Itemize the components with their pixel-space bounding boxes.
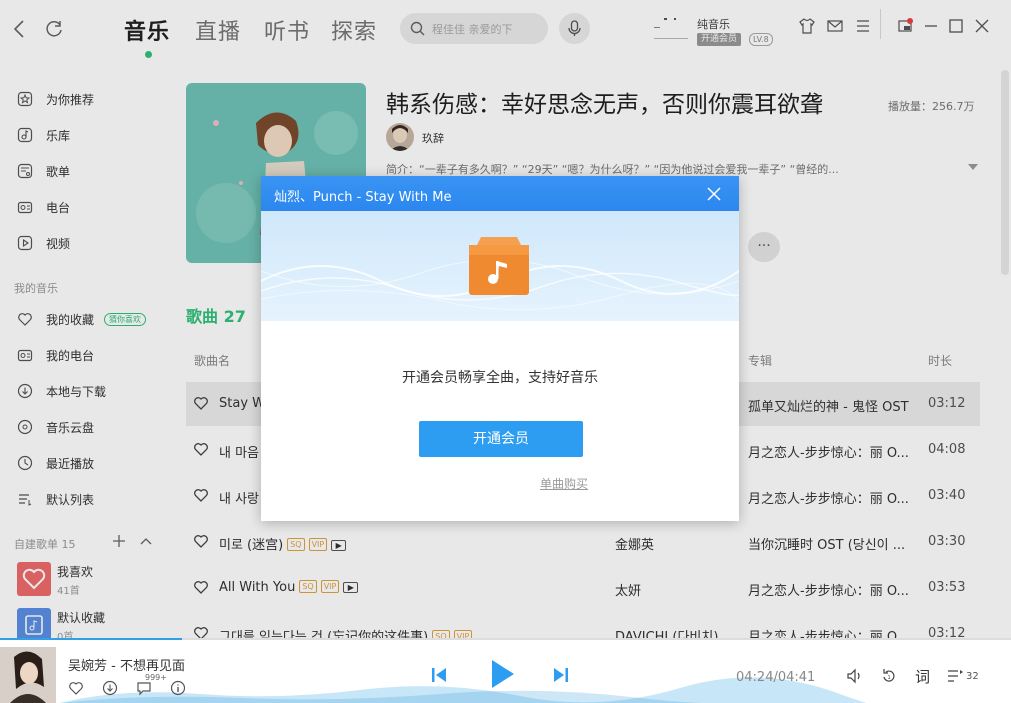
scrollbar-thumb[interactable]: [1001, 70, 1009, 275]
vip-dialog: 灿烈、Punch - Stay With Me 开通会员畅享全曲，支持好音乐 开…: [261, 176, 739, 521]
heart-icon[interactable]: [68, 680, 84, 696]
now-playing-cover[interactable]: [0, 647, 56, 703]
playback-time: 04:24/04:41: [736, 670, 816, 685]
svg-text:1: 1: [888, 675, 891, 681]
dialog-banner: [261, 211, 739, 321]
next-icon[interactable]: [552, 666, 570, 684]
open-vip-button[interactable]: 开通会员: [419, 421, 583, 457]
queue-count: 32: [966, 671, 979, 682]
now-playing-title[interactable]: 吴婉芳 - 不想再见面: [68, 655, 185, 674]
close-icon[interactable]: [707, 187, 721, 201]
repeat-icon[interactable]: 1: [880, 667, 898, 685]
lyrics-button[interactable]: 词: [915, 666, 930, 687]
volume-icon[interactable]: [846, 667, 864, 685]
player-bar: 吴婉芳 - 不想再见面 999+ 04:24/04:41 1 词 32: [0, 640, 1011, 703]
comment-icon[interactable]: [136, 680, 152, 696]
info-icon[interactable]: [170, 680, 186, 696]
dialog-header: 灿烈、Punch - Stay With Me: [261, 176, 739, 211]
previous-icon[interactable]: [430, 666, 448, 684]
dialog-message: 开通会员畅享全曲，支持好音乐: [402, 370, 598, 386]
buy-single-link[interactable]: 单曲购买: [540, 475, 588, 492]
comment-count: 999+: [145, 673, 167, 682]
dialog-title: 灿烈、Punch - Stay With Me: [274, 190, 452, 205]
play-icon[interactable]: [488, 658, 516, 690]
music-folder-icon: [467, 235, 531, 297]
queue-icon[interactable]: [946, 667, 964, 685]
download-icon[interactable]: [102, 680, 118, 696]
